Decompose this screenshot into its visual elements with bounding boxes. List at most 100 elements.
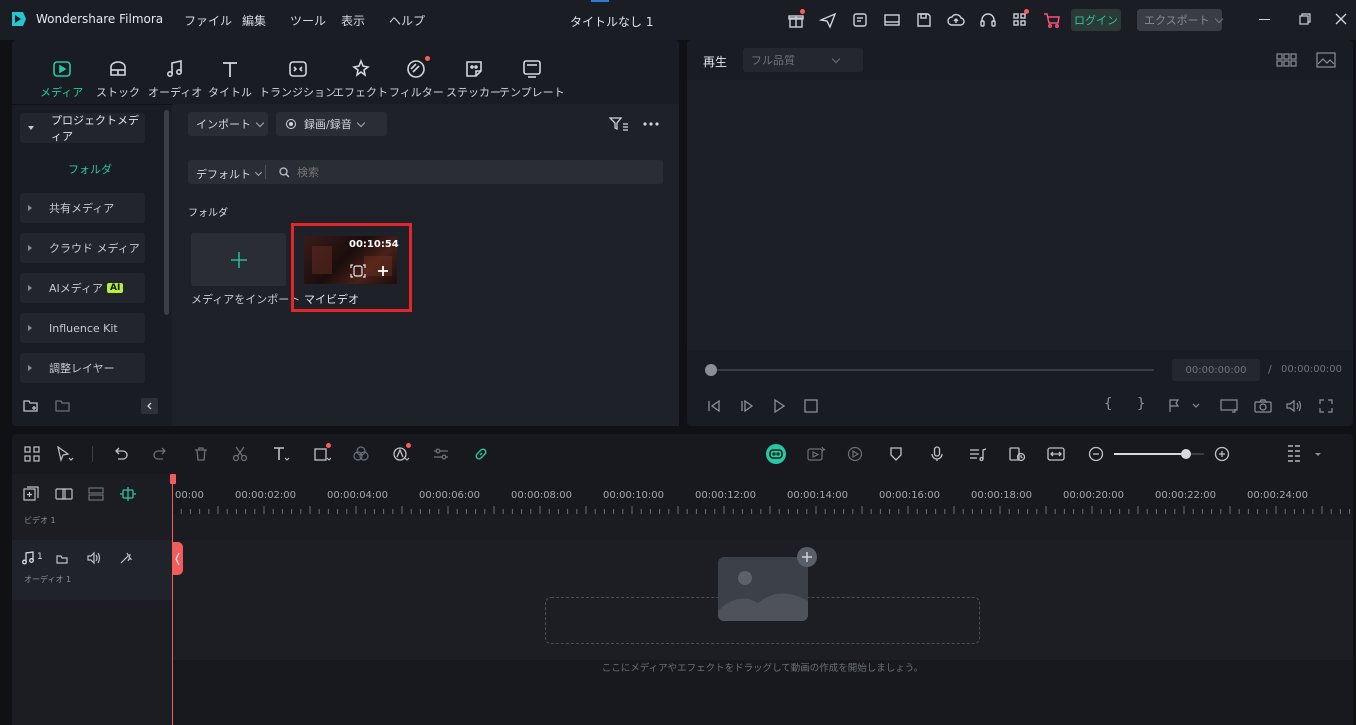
play-icon[interactable] xyxy=(771,398,787,414)
menu-help[interactable]: ヘルプ xyxy=(389,12,425,29)
search-input[interactable] xyxy=(297,162,647,182)
send-icon[interactable] xyxy=(819,11,837,29)
cloud-upload-icon[interactable] xyxy=(947,11,965,29)
redo-icon[interactable] xyxy=(152,446,168,462)
audio-mixer-icon[interactable] xyxy=(969,446,987,462)
zoom-in-icon[interactable] xyxy=(1214,446,1230,462)
track-options-icon[interactable] xyxy=(1286,444,1324,464)
cart-icon[interactable] xyxy=(1043,11,1061,29)
tab-audio[interactable]: オーディオ xyxy=(148,58,202,100)
close-icon[interactable] xyxy=(1335,13,1347,25)
import-dropdown[interactable]: インポート xyxy=(188,112,268,136)
tab-title[interactable]: タイトル xyxy=(208,58,252,100)
microphone-icon[interactable] xyxy=(929,446,945,462)
folder-icon[interactable] xyxy=(55,398,71,414)
menu-edit[interactable]: 編集 xyxy=(242,12,266,29)
ai-scan-icon[interactable] xyxy=(350,264,366,278)
auto-highlight-icon[interactable] xyxy=(806,446,826,462)
filter-list-icon[interactable] xyxy=(609,116,629,132)
preview-scrubber-track[interactable] xyxy=(710,369,1154,371)
export-button[interactable]: エクスポート xyxy=(1137,9,1223,31)
tab-filter[interactable]: フィルター xyxy=(389,56,444,100)
shield-marker-icon[interactable] xyxy=(888,446,904,462)
sidebar-item-project-media[interactable]: プロジェクトメディア xyxy=(20,113,145,143)
minimize-icon[interactable] xyxy=(1259,19,1270,21)
sidebar-item-ai-media[interactable]: AIメディア AI xyxy=(20,273,145,303)
next-frame-icon[interactable] xyxy=(739,398,755,414)
scissors-icon[interactable] xyxy=(232,446,248,462)
login-button[interactable]: ログイン xyxy=(1071,9,1121,31)
collapse-sidebar-button[interactable] xyxy=(141,398,158,414)
more-options-icon[interactable] xyxy=(642,118,660,130)
menu-view[interactable]: 表示 xyxy=(341,12,365,29)
select-pointer-icon[interactable] xyxy=(56,446,74,462)
camera-snapshot-icon[interactable] xyxy=(1254,398,1272,414)
apps-grid-icon[interactable] xyxy=(1011,9,1029,29)
sidebar-item-cloud-media[interactable]: クラウド メディア xyxy=(20,233,145,263)
current-timecode[interactable]: 00:00:00:00 xyxy=(1172,359,1260,381)
layout-grid-icon[interactable] xyxy=(24,446,40,462)
preview-tab-playback[interactable]: 再生 xyxy=(703,53,727,70)
sidebar-item-influence-kit[interactable]: Influence Kit xyxy=(20,313,145,343)
delete-icon[interactable] xyxy=(193,446,209,462)
tab-template[interactable]: テンプレート xyxy=(499,58,565,100)
video-track-lane[interactable] xyxy=(172,514,1353,540)
tab-sticker[interactable]: ステッカー xyxy=(446,58,501,100)
track-volume-icon[interactable] xyxy=(87,551,101,565)
marker-dropdown-icon[interactable] xyxy=(1167,399,1201,413)
link-track-icon[interactable] xyxy=(55,486,73,502)
volume-icon[interactable] xyxy=(1285,398,1303,414)
ai-tools-icon[interactable] xyxy=(392,443,411,462)
playhead-handle[interactable] xyxy=(170,474,176,484)
zoom-slider-handle[interactable] xyxy=(1181,449,1191,459)
zoom-out-icon[interactable] xyxy=(1088,446,1104,462)
auto-sync-icon[interactable] xyxy=(1008,446,1026,462)
preview-scrubber-handle[interactable] xyxy=(705,364,717,376)
tab-transition[interactable]: トランジション xyxy=(259,58,336,100)
link-icon[interactable] xyxy=(473,446,489,462)
save-icon[interactable] xyxy=(915,11,933,29)
menu-tools[interactable]: ツール xyxy=(290,12,326,29)
playhead-grip[interactable] xyxy=(172,542,183,575)
add-clip-icon[interactable] xyxy=(376,264,390,278)
gift-icon[interactable] xyxy=(787,9,805,29)
stop-icon[interactable] xyxy=(803,398,819,414)
group-track-icon[interactable] xyxy=(87,486,105,502)
sort-dropdown[interactable]: デフォルト xyxy=(196,166,263,182)
crop-icon[interactable] xyxy=(313,443,331,462)
tab-stock[interactable]: ストック xyxy=(96,58,140,100)
undo-icon[interactable] xyxy=(113,446,129,462)
ai-copilot-icon[interactable] xyxy=(766,444,786,464)
new-folder-icon[interactable] xyxy=(23,398,39,414)
import-media-tile[interactable] xyxy=(191,233,286,286)
add-media-icon[interactable] xyxy=(797,547,817,567)
quality-dropdown[interactable]: フル品質 xyxy=(743,48,863,72)
headset-icon[interactable] xyxy=(979,11,997,29)
grid-view-icon[interactable] xyxy=(1276,52,1298,68)
track-effect-icon[interactable] xyxy=(119,551,133,565)
color-blend-icon[interactable] xyxy=(353,446,369,462)
mark-out-icon[interactable]: } xyxy=(1137,396,1145,412)
lock-track-icon[interactable] xyxy=(55,551,69,565)
render-preview-icon[interactable] xyxy=(847,446,863,462)
fit-timeline-icon[interactable] xyxy=(1047,446,1065,462)
playhead-line[interactable] xyxy=(172,474,173,725)
sidebar-folder[interactable]: フォルダ xyxy=(68,161,112,177)
tab-effect[interactable]: エフェクト xyxy=(333,58,388,100)
display-monitor-icon[interactable] xyxy=(1219,398,1239,414)
add-track-icon[interactable] xyxy=(23,486,39,502)
menu-file[interactable]: ファイル xyxy=(184,12,232,29)
restore-icon[interactable] xyxy=(1299,13,1311,25)
news-icon[interactable] xyxy=(851,11,869,29)
adjust-sliders-icon[interactable] xyxy=(433,446,449,462)
layout-icon[interactable] xyxy=(883,11,901,29)
mark-in-icon[interactable]: { xyxy=(1104,396,1112,412)
prev-frame-icon[interactable] xyxy=(706,398,722,414)
fullscreen-icon[interactable] xyxy=(1319,399,1333,413)
snapshot-image-icon[interactable] xyxy=(1316,52,1336,68)
text-tool-icon[interactable] xyxy=(272,446,290,462)
sidebar-item-shared-media[interactable]: 共有メディア xyxy=(20,193,145,223)
magnet-snap-icon[interactable] xyxy=(119,486,137,502)
record-dropdown[interactable]: 録画/録音 xyxy=(276,112,387,136)
sidebar-item-adjustment-layer[interactable]: 調整レイヤー xyxy=(20,353,145,383)
